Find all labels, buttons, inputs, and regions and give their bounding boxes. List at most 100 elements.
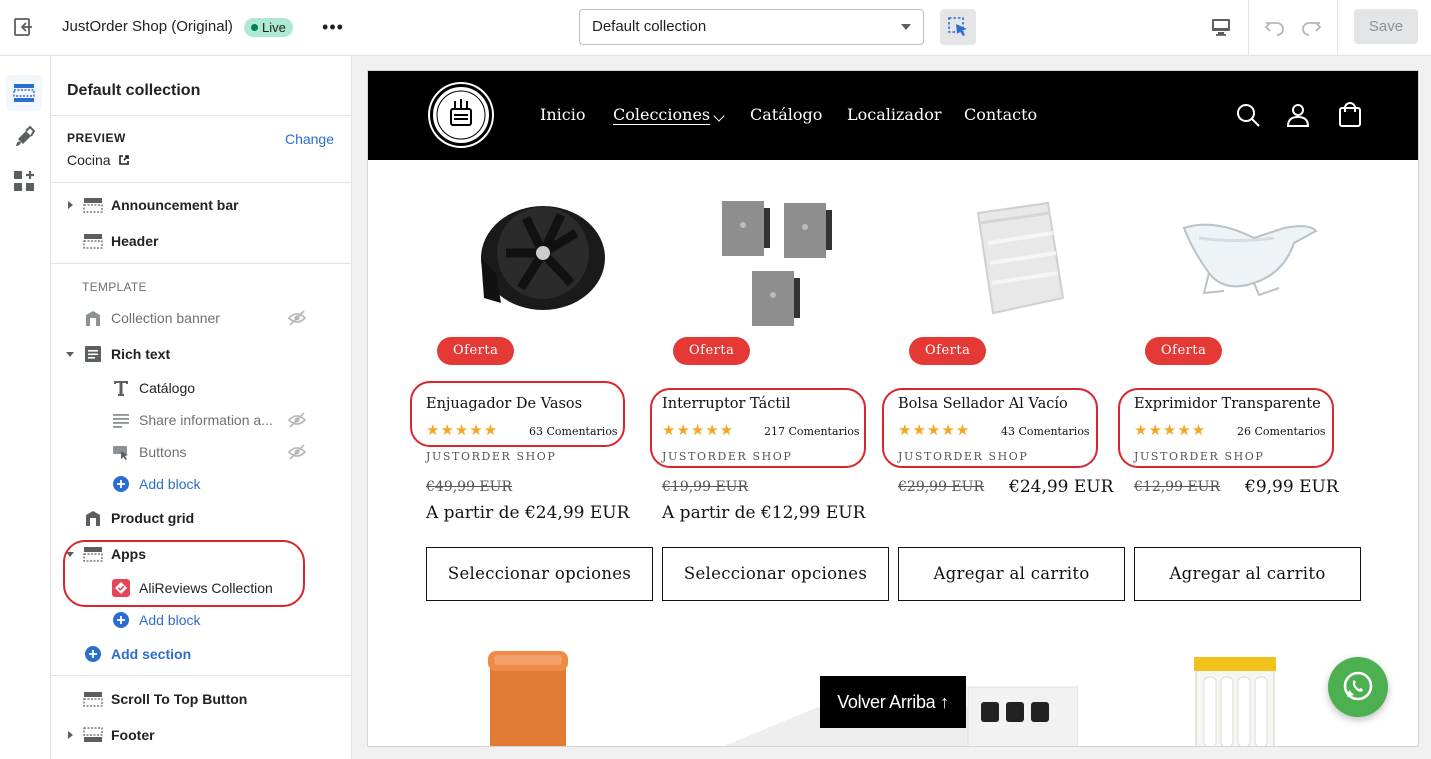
inspector-toggle-button[interactable] (940, 9, 976, 45)
product-card[interactable]: Oferta Interruptor Táctil ★★★★★ 217 Come… (650, 183, 889, 613)
nav-localizador[interactable]: Localizador (847, 105, 941, 124)
divider (1248, 0, 1249, 56)
compare-at-price: €29,99 EUR (898, 479, 984, 495)
plus-circle-icon (85, 646, 101, 662)
section-footer[interactable]: Footer (51, 720, 351, 750)
template-select-value: Default collection (592, 18, 707, 35)
hidden-eye-icon[interactable] (287, 443, 307, 461)
plus-circle-icon (113, 476, 129, 492)
search-icon[interactable] (1234, 101, 1262, 129)
paragraph-icon (113, 414, 129, 428)
live-badge: Live (244, 18, 293, 37)
section-label: Header (111, 233, 159, 249)
logo-icon (436, 90, 486, 140)
sale-price: A partir de €24,99 EUR (426, 503, 630, 523)
section-header[interactable]: Header (51, 226, 351, 256)
product-card[interactable]: Oferta Enjuagador De Vasos ★★★★★ 63 Come… (410, 183, 653, 613)
section-scroll-to-top[interactable]: Scroll To Top Button (51, 684, 351, 714)
block-catalogo[interactable]: Catálogo (51, 373, 351, 403)
cart-icon[interactable] (1336, 101, 1364, 129)
redo-icon[interactable] (1298, 14, 1324, 40)
sale-price: A partir de €12,99 EUR (662, 503, 866, 523)
product-card[interactable]: Oferta Bolsa Sellador Al Vacío ★★★★★ 43 … (882, 183, 1125, 613)
block-label: Catálogo (139, 380, 196, 396)
section-footer-icon (83, 727, 103, 742)
product-image[interactable] (1176, 647, 1286, 747)
product-vendor: JUSTORDER SHOP (426, 450, 557, 463)
add-block-button[interactable]: Add block (51, 469, 351, 499)
storefront-preview: Inicio Colecciones Catálogo Localizador … (367, 70, 1419, 747)
apps-tab[interactable] (6, 163, 42, 199)
cursor-select-icon (948, 17, 967, 36)
scroll-to-top-button[interactable]: Volver Arriba ↑ (820, 676, 966, 728)
preview-value-text: Cocina (67, 152, 111, 168)
nav-inicio[interactable]: Inicio (540, 105, 585, 124)
divider (51, 115, 351, 116)
add-section-button[interactable]: Add section (51, 639, 351, 669)
product-image[interactable] (898, 183, 1125, 333)
annotation-highlight (410, 381, 625, 447)
preview-value[interactable]: Cocina (67, 152, 130, 168)
section-product-grid[interactable]: Product grid (51, 503, 351, 533)
more-actions-button[interactable]: ••• (322, 14, 344, 40)
left-rail (0, 56, 51, 759)
sale-badge: Oferta (909, 337, 987, 365)
section-header-icon (83, 234, 103, 249)
section-collection-banner[interactable]: Collection banner (51, 303, 351, 333)
hidden-eye-icon[interactable] (287, 411, 307, 429)
collapse-arrow-icon[interactable] (66, 352, 74, 357)
select-options-button[interactable]: Seleccionar opciones (426, 547, 653, 601)
expand-arrow-icon[interactable] (68, 201, 73, 209)
compare-at-price: €49,99 EUR (426, 479, 512, 495)
sale-badge: Oferta (1145, 337, 1223, 365)
product-card[interactable]: Oferta Exprimidor Transparente ★★★★★ 26 … (1118, 183, 1361, 613)
store-logo[interactable] (430, 84, 492, 146)
sections-tab[interactable] (6, 75, 42, 111)
add-block-button[interactable]: Add block (51, 605, 351, 635)
section-announcement-bar[interactable]: Announcement bar (51, 190, 351, 220)
divider (51, 263, 351, 264)
product-image[interactable] (662, 183, 889, 333)
expand-arrow-icon[interactable] (68, 731, 73, 739)
account-icon[interactable] (1284, 101, 1312, 129)
store-header: Inicio Colecciones Catálogo Localizador … (368, 71, 1418, 160)
section-label: Scroll To Top Button (111, 691, 248, 707)
plus-circle-icon (113, 612, 129, 628)
product-image[interactable] (426, 183, 653, 333)
select-options-button[interactable]: Seleccionar opciones (662, 547, 889, 601)
section-label: Product grid (111, 510, 195, 526)
sections-icon (13, 84, 35, 102)
text-block-icon (85, 346, 101, 362)
template-label: TEMPLATE (82, 280, 147, 294)
divider (1337, 0, 1338, 56)
undo-icon[interactable] (1262, 14, 1288, 40)
sale-price: €9,99 EUR (1245, 477, 1339, 497)
desktop-icon[interactable] (1208, 14, 1234, 40)
add-to-cart-button[interactable]: Agregar al carrito (898, 547, 1125, 601)
product-image[interactable] (1134, 183, 1361, 333)
compare-at-price: €12,99 EUR (1134, 479, 1220, 495)
annotation-highlight (1118, 388, 1334, 468)
add-to-cart-button[interactable]: Agregar al carrito (1134, 547, 1361, 601)
nav-colecciones[interactable]: Colecciones (613, 105, 710, 124)
product-image[interactable] (478, 647, 578, 747)
template-select[interactable]: Default collection (579, 9, 924, 45)
section-header-icon (83, 692, 103, 707)
exit-icon[interactable] (10, 14, 36, 40)
annotation-highlight (882, 388, 1098, 468)
whatsapp-button[interactable] (1328, 657, 1388, 717)
theme-settings-tab[interactable] (6, 119, 42, 155)
save-button[interactable]: Save (1354, 9, 1418, 44)
section-rich-text[interactable]: Rich text (51, 339, 351, 369)
change-preview-link[interactable]: Change (285, 131, 334, 147)
sale-price: €24,99 EUR (1009, 477, 1114, 497)
block-share-information[interactable]: Share information a... (51, 405, 351, 435)
block-label: Share information a... (139, 412, 273, 428)
nav-contacto[interactable]: Contacto (964, 105, 1037, 124)
block-buttons[interactable]: Buttons (51, 437, 351, 467)
section-label: Footer (111, 727, 155, 743)
nav-catalogo[interactable]: Catálogo (750, 105, 822, 124)
hidden-eye-icon[interactable] (287, 309, 307, 327)
chevron-down-icon (713, 110, 725, 122)
shopping-bag-icon (86, 311, 100, 326)
